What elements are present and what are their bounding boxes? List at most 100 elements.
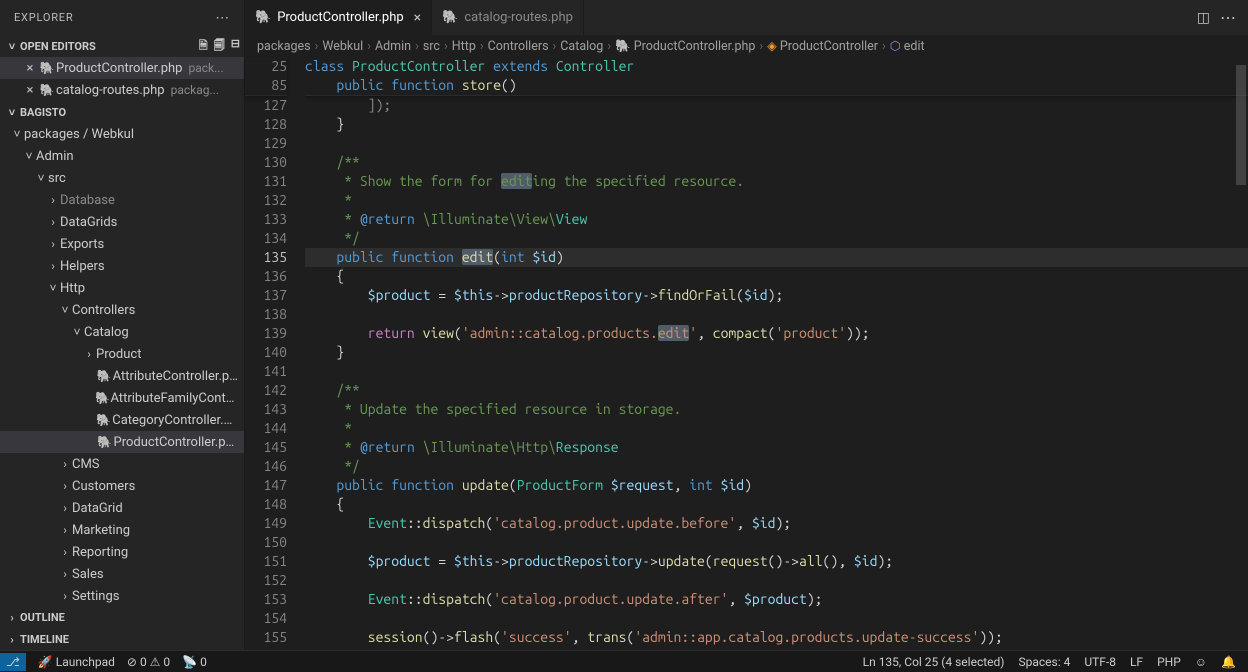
- chevron-right-icon: ›: [444, 39, 448, 54]
- ports-button[interactable]: 📡 0: [182, 655, 207, 669]
- folder-item[interactable]: ›CMS: [0, 453, 244, 475]
- folder-item[interactable]: ›Product: [0, 343, 244, 365]
- breadcrumb-segment[interactable]: Webkul: [322, 39, 363, 54]
- code-line[interactable]: /**: [305, 381, 1248, 400]
- encoding[interactable]: UTF-8: [1084, 655, 1116, 669]
- code-line[interactable]: $product = $this->productRepository->fin…: [305, 286, 1248, 305]
- folder-item[interactable]: ›Customers: [0, 475, 244, 497]
- breadcrumb-segment[interactable]: Controllers: [488, 39, 549, 54]
- breadcrumb-segment[interactable]: Http: [452, 39, 476, 54]
- folder-item[interactable]: ›DataGrids: [0, 211, 244, 233]
- file-item[interactable]: 🐘ProductController.php: [0, 431, 244, 453]
- outline-header[interactable]: › OUTLINE: [0, 606, 244, 628]
- new-file-icon[interactable]: 🗎: [199, 37, 208, 56]
- open-editor-item[interactable]: ×🐘ProductController.phppack...: [0, 57, 244, 79]
- open-editor-item[interactable]: ×🐘catalog-routes.phppackag...: [0, 79, 244, 101]
- file-item[interactable]: 🐘AttributeFamilyControll...: [0, 387, 244, 409]
- folder-item[interactable]: ˅Admin: [0, 145, 244, 167]
- editor[interactable]: 2585127128129130131132133134135136137138…: [245, 57, 1248, 650]
- code-line[interactable]: *: [305, 191, 1248, 210]
- notifications-icon[interactable]: 🔔: [1221, 655, 1236, 669]
- code-line[interactable]: }: [305, 115, 1248, 134]
- folder-item[interactable]: ›Exports: [0, 233, 244, 255]
- code-line[interactable]: Event::dispatch('catalog.product.update.…: [305, 590, 1248, 609]
- code-line[interactable]: [305, 134, 1248, 153]
- code-line[interactable]: * @return \Illuminate\Http\Response: [305, 438, 1248, 457]
- eol[interactable]: LF: [1130, 655, 1143, 669]
- code-line[interactable]: [305, 533, 1248, 552]
- scrollbar-thumb[interactable]: [1236, 65, 1246, 185]
- problems-button[interactable]: ⊘ 0 ⚠ 0: [127, 655, 170, 669]
- code-line[interactable]: {: [305, 267, 1248, 286]
- folder-item[interactable]: ›DataGrid: [0, 497, 244, 519]
- open-editors-header[interactable]: ˅ OPEN EDITORS 🗎 🗐 ⊟: [0, 35, 244, 57]
- save-all-icon[interactable]: 🗐: [214, 37, 225, 56]
- code-line[interactable]: [305, 571, 1248, 590]
- folder-item[interactable]: ›Helpers: [0, 255, 244, 277]
- indentation[interactable]: Spaces: 4: [1018, 655, 1070, 669]
- folder-item[interactable]: ˅Catalog: [0, 321, 244, 343]
- folder-item[interactable]: ›Settings: [0, 585, 244, 606]
- launchpad-button[interactable]: 🚀 Launchpad: [38, 655, 115, 669]
- code-line[interactable]: [305, 305, 1248, 324]
- file-item[interactable]: 🐘CategoryController.php: [0, 409, 244, 431]
- folder-item[interactable]: ›Database: [0, 189, 244, 211]
- breadcrumb-segment[interactable]: packages: [257, 39, 311, 54]
- code-line[interactable]: }: [305, 343, 1248, 362]
- editor-tab[interactable]: 🐘catalog-routes.php: [432, 0, 584, 35]
- cursor-position[interactable]: Ln 135, Col 25 (4 selected): [863, 655, 1005, 669]
- breadcrumb-segment[interactable]: ⬡ edit: [890, 38, 925, 54]
- editor-tab[interactable]: 🐘ProductController.php×: [245, 0, 432, 35]
- open-editors-title: OPEN EDITORS: [20, 40, 96, 53]
- breadcrumb-segment[interactable]: 🐘 ProductController.php: [615, 39, 755, 54]
- close-icon[interactable]: ×: [22, 83, 38, 98]
- folder-item[interactable]: ˅Http: [0, 277, 244, 299]
- folder-item[interactable]: ˅src: [0, 167, 244, 189]
- remote-icon[interactable]: ⎇: [0, 653, 26, 671]
- language-mode[interactable]: PHP: [1157, 655, 1181, 669]
- code-line[interactable]: Event::dispatch('catalog.product.update.…: [305, 514, 1248, 533]
- code-line[interactable]: session()->flash('success', trans('admin…: [305, 628, 1248, 647]
- breadcrumb-segment[interactable]: ◈ ProductController: [767, 38, 878, 54]
- code-line[interactable]: return view('admin::catalog.products.edi…: [305, 324, 1248, 343]
- feedback-icon[interactable]: ☺: [1195, 655, 1207, 669]
- scrollbar-vertical[interactable]: [1234, 57, 1248, 650]
- line-number: 139: [245, 324, 287, 343]
- more-icon[interactable]: ⋯: [1220, 8, 1236, 27]
- project-header[interactable]: ˅ BAGISTO: [0, 101, 244, 123]
- code-line[interactable]: /**: [305, 153, 1248, 172]
- file-item[interactable]: 🐘AttributeController.php: [0, 365, 244, 387]
- code-line[interactable]: * Update the specified resource in stora…: [305, 400, 1248, 419]
- code-line[interactable]: */: [305, 229, 1248, 248]
- close-icon[interactable]: ×: [414, 10, 421, 26]
- folder-item[interactable]: ›Reporting: [0, 541, 244, 563]
- close-all-icon[interactable]: ⊟: [231, 37, 240, 56]
- code-area[interactable]: class ProductController extends Controll…: [305, 57, 1248, 650]
- breadcrumbs[interactable]: packages›Webkul›Admin›src›Http›Controlle…: [245, 35, 1248, 57]
- breadcrumb-segment[interactable]: Admin: [375, 39, 411, 54]
- more-icon[interactable]: ⋯: [215, 10, 230, 26]
- split-editor-icon[interactable]: ◫: [1197, 10, 1210, 26]
- breadcrumb-segment[interactable]: Catalog: [560, 39, 603, 54]
- code-line[interactable]: */: [305, 457, 1248, 476]
- code-line[interactable]: public function update(ProductForm $requ…: [305, 476, 1248, 495]
- code-line[interactable]: ]);: [305, 96, 1248, 115]
- code-line[interactable]: public function edit(int $id): [305, 248, 1248, 267]
- code-line[interactable]: [305, 647, 1248, 650]
- folder-item[interactable]: ›Sales: [0, 563, 244, 585]
- breadcrumb-segment[interactable]: src: [423, 39, 440, 54]
- code-line[interactable]: * Show the form for editing the specifie…: [305, 172, 1248, 191]
- line-number: 151: [245, 552, 287, 571]
- code-line[interactable]: $product = $this->productRepository->upd…: [305, 552, 1248, 571]
- folder-item[interactable]: ›Marketing: [0, 519, 244, 541]
- code-line[interactable]: [305, 609, 1248, 628]
- code-line[interactable]: * @return \Illuminate\View\View: [305, 210, 1248, 229]
- code-line[interactable]: *: [305, 419, 1248, 438]
- folder-item[interactable]: ˅Controllers: [0, 299, 244, 321]
- chevron-right-icon: ›: [367, 39, 371, 54]
- code-line[interactable]: {: [305, 495, 1248, 514]
- code-line[interactable]: [305, 362, 1248, 381]
- timeline-header[interactable]: › TIMELINE: [0, 628, 244, 650]
- close-icon[interactable]: ×: [22, 61, 38, 76]
- folder-item[interactable]: ˅packages / Webkul: [0, 123, 244, 145]
